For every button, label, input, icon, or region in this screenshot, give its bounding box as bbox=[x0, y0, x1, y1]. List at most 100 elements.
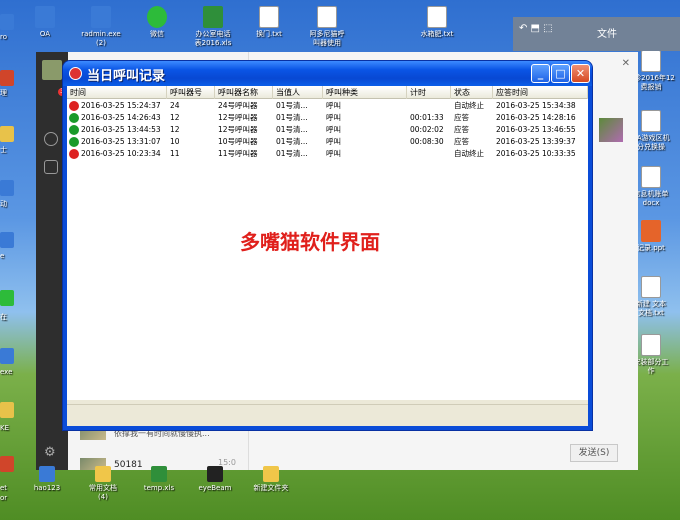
cell-caller-name: 10号呼叫器 bbox=[218, 137, 258, 146]
excel-file-icon bbox=[151, 466, 167, 482]
cell-time: 2016-03-25 13:31:07 bbox=[81, 137, 161, 146]
desktop-icon-label: eyeBeam bbox=[198, 484, 232, 492]
desktop-icon-label: 信息机账单 docx bbox=[633, 190, 669, 207]
explorer-nav-controls[interactable]: ↶ ⬒ ⬚ bbox=[519, 23, 553, 34]
desktop-icon-caller-usage[interactable]: 阿多尼猫呼 叫器使用 bbox=[292, 6, 362, 48]
table-row[interactable]: 2016-03-25 14:26:43 12 12号呼叫器 01号清... 呼叫… bbox=[67, 112, 588, 124]
dialog-status-bar bbox=[67, 404, 588, 424]
ie-browser-icon bbox=[39, 466, 55, 482]
desktop-partial-icon[interactable] bbox=[0, 180, 14, 196]
desktop-partial-label: KE bbox=[0, 424, 10, 432]
desktop-icon-label: 微信 bbox=[150, 30, 164, 38]
close-icon[interactable]: ✕ bbox=[571, 64, 590, 83]
cell-on-duty: 01号清... bbox=[276, 125, 308, 134]
minimize-icon[interactable]: _ bbox=[531, 64, 550, 83]
call-record-dialog: 当日呼叫记录 _ □ ✕ 时间 呼叫器号 呼叫器名称 当值人 呼叫种类 计时 状… bbox=[63, 61, 592, 430]
column-header-status[interactable]: 状态 bbox=[451, 86, 493, 99]
desktop-partial-icon[interactable] bbox=[0, 126, 14, 142]
table-row[interactable]: 2016-03-25 15:24:37 24 24号呼叫器 01号清... 呼叫… bbox=[67, 100, 588, 112]
avatar[interactable] bbox=[42, 60, 62, 80]
send-button[interactable]: 发送(S) bbox=[570, 444, 618, 462]
desktop-icon-label: radmin.exe (2) bbox=[81, 30, 121, 47]
desktop-partial-icon[interactable] bbox=[0, 14, 14, 30]
desktop-partial-icon[interactable] bbox=[0, 402, 14, 418]
call-record-list[interactable]: 时间 呼叫器号 呼叫器名称 当值人 呼叫种类 计时 状态 应答时间 2016-0… bbox=[67, 86, 588, 400]
cell-call-type: 呼叫 bbox=[326, 113, 341, 122]
cell-status: 应答 bbox=[454, 113, 469, 122]
desktop-partial-icon[interactable] bbox=[0, 232, 14, 248]
cell-duration bbox=[407, 148, 451, 160]
table-row[interactable]: 2016-03-25 10:23:34 11 11号呼叫器 01号清... 呼叫… bbox=[67, 148, 588, 160]
desktop-icon-label: hao123 bbox=[33, 484, 61, 492]
cell-caller-no: 11 bbox=[170, 149, 180, 158]
table-row[interactable]: 2016-03-25 13:31:07 10 10号呼叫器 01号清... 呼叫… bbox=[67, 136, 588, 148]
shared-image-thumbnail[interactable] bbox=[599, 118, 623, 142]
cell-status: 应答 bbox=[454, 125, 469, 134]
favorites-icon[interactable] bbox=[44, 160, 58, 174]
cell-duration: 00:02:02 bbox=[410, 125, 444, 134]
desktop-partial-label: 理 bbox=[0, 89, 7, 97]
desktop-icon-water-txt[interactable]: 水箱肥.txt bbox=[402, 6, 472, 39]
settings-gear-icon[interactable]: ⚙ bbox=[44, 446, 58, 460]
cell-caller-name: 12号呼叫器 bbox=[218, 125, 258, 134]
desktop-partial-label: 动 bbox=[0, 200, 7, 208]
desktop-partial-label: 士 bbox=[0, 146, 7, 154]
dialog-client-area: 时间 呼叫器号 呼叫器名称 当值人 呼叫种类 计时 状态 应答时间 2016-0… bbox=[67, 86, 588, 426]
desktop-partial-label: ro bbox=[0, 33, 8, 41]
desktop-partial-icon[interactable] bbox=[0, 290, 14, 306]
cell-duration: 00:01:33 bbox=[410, 113, 444, 122]
software-watermark: 多嘴猫软件界面 bbox=[240, 230, 380, 254]
eyebeam-app-icon bbox=[207, 466, 223, 482]
cell-time: 2016-03-25 14:26:43 bbox=[81, 113, 161, 122]
explorer-window[interactable]: ↶ ⬒ ⬚ 文件 bbox=[513, 17, 680, 51]
desktop-icon-label: 阿多尼猫呼 叫器使用 bbox=[309, 30, 345, 47]
column-header-call-type[interactable]: 呼叫种类 bbox=[323, 86, 407, 99]
app-logo-icon bbox=[69, 67, 82, 80]
cell-time: 2016-03-25 13:44:53 bbox=[81, 125, 161, 134]
desktop-icon-label: OA bbox=[39, 30, 51, 38]
cell-time: 2016-03-25 15:24:37 bbox=[81, 101, 161, 110]
column-header-caller-no[interactable]: 呼叫器号 bbox=[167, 86, 215, 99]
desktop-partial-icon[interactable] bbox=[0, 348, 14, 364]
desktop-partial-label: or bbox=[0, 494, 8, 502]
cell-answer-time: 2016-03-25 15:34:38 bbox=[496, 101, 576, 110]
cell-status: 应答 bbox=[454, 137, 469, 146]
oa-app-icon bbox=[35, 6, 55, 28]
text-file-icon bbox=[641, 276, 661, 298]
cell-call-type: 呼叫 bbox=[326, 149, 341, 158]
desktop-icon-new-folder[interactable]: 新建文件夹 bbox=[236, 466, 306, 493]
cell-caller-no: 10 bbox=[170, 137, 180, 146]
desktop-icon-label: 新建文件夹 bbox=[253, 484, 289, 492]
dialog-titlebar[interactable]: 当日呼叫记录 _ □ ✕ bbox=[63, 61, 592, 86]
cell-time: 2016-03-25 10:23:34 bbox=[81, 149, 161, 158]
cell-caller-no: 12 bbox=[170, 125, 180, 134]
cell-answer-time: 2016-03-25 14:28:16 bbox=[496, 113, 576, 122]
desktop-partial-icon[interactable] bbox=[0, 70, 14, 86]
column-header-duration[interactable]: 计时 bbox=[407, 86, 451, 99]
cell-on-duty: 01号清... bbox=[276, 149, 308, 158]
column-header-time[interactable]: 时间 bbox=[67, 86, 167, 99]
column-header-caller-name[interactable]: 呼叫器名称 bbox=[215, 86, 273, 99]
word-file-icon bbox=[641, 166, 661, 188]
close-icon[interactable]: ✕ bbox=[622, 58, 630, 69]
cell-on-duty: 01号清... bbox=[276, 113, 308, 122]
excel-file-icon bbox=[203, 6, 223, 28]
desktop-icon-label: 换门.txt bbox=[256, 30, 282, 38]
word-file-icon bbox=[317, 6, 337, 28]
folder-icon bbox=[263, 466, 279, 482]
cell-call-type: 呼叫 bbox=[326, 101, 341, 110]
cell-caller-name: 24号呼叫器 bbox=[218, 101, 258, 110]
column-header-answer-time[interactable]: 应答时间 bbox=[493, 86, 588, 99]
maximize-icon[interactable]: □ bbox=[551, 64, 570, 83]
desktop-icon-label: 水箱肥.txt bbox=[420, 30, 454, 38]
explorer-title: 文件 bbox=[597, 29, 617, 40]
word-file-icon bbox=[641, 110, 661, 132]
contacts-icon[interactable] bbox=[44, 132, 58, 146]
text-file-icon bbox=[427, 6, 447, 28]
desktop-icon-label: 新建 文本 文档.txt bbox=[635, 300, 667, 317]
text-file-icon bbox=[259, 6, 279, 28]
column-header-on-duty[interactable]: 当值人 bbox=[273, 86, 323, 99]
cell-caller-no: 24 bbox=[170, 101, 180, 110]
desktop-icon-label: 办公室电话 表2016.xls bbox=[194, 30, 232, 47]
table-row[interactable]: 2016-03-25 13:44:53 12 12号呼叫器 01号清... 呼叫… bbox=[67, 124, 588, 136]
